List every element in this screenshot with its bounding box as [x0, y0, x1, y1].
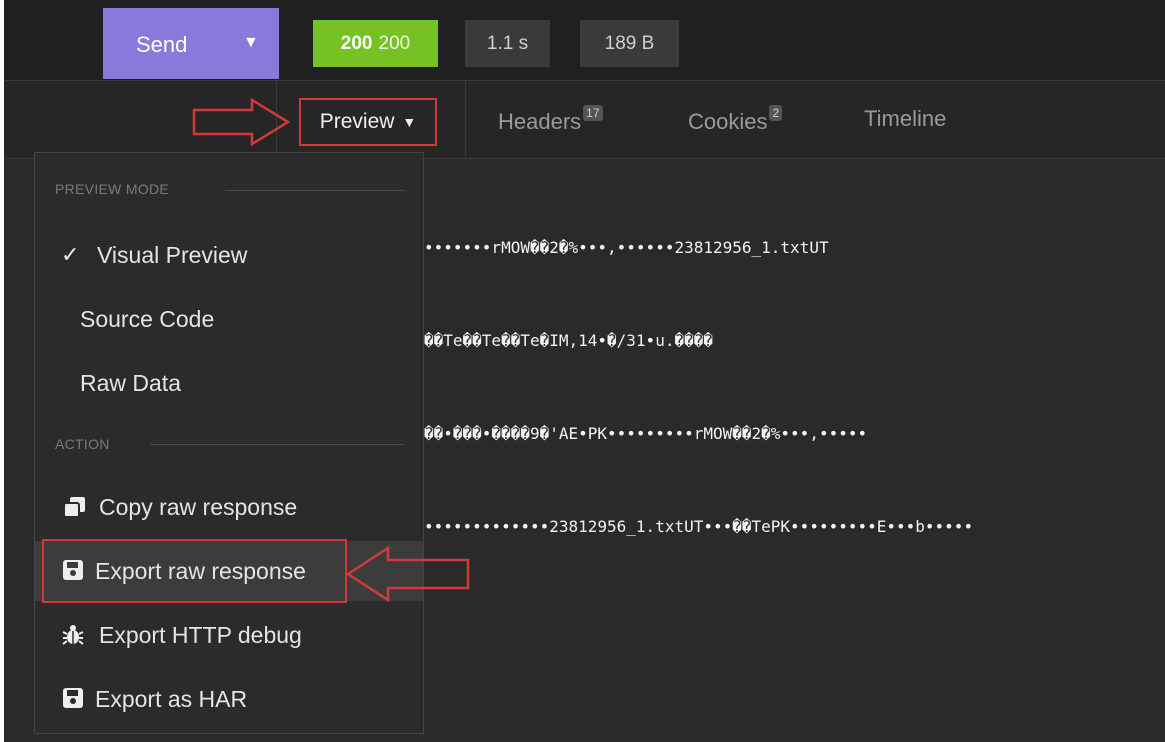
- status-text: 200: [378, 32, 411, 54]
- send-button[interactable]: Send ▼: [103, 8, 279, 79]
- tab-headers[interactable]: Headers 17: [498, 105, 603, 135]
- action-section-label: ACTION: [55, 436, 110, 452]
- response-line: •••••••••••••23812956_1.txtUT•••��TePK••…: [424, 517, 974, 536]
- annotation-arrow-left-icon: [345, 545, 470, 603]
- menu-item-label: Export as HAR: [95, 685, 248, 712]
- menu-item-export-har[interactable]: Export as HAR: [35, 669, 423, 729]
- chevron-down-icon: ▼: [402, 114, 417, 130]
- menu-item-label: Visual Preview: [97, 241, 248, 268]
- tab-cookies-label: Cookies: [688, 109, 768, 134]
- menu-item-export-http-debug[interactable]: Export HTTP debug: [35, 605, 423, 665]
- response-tabs: Preview ▼ Headers 17 Cookies 2 Timeline: [4, 81, 1165, 159]
- tab-timeline[interactable]: Timeline: [864, 106, 946, 132]
- menu-item-source-code[interactable]: Source Code: [35, 289, 423, 349]
- preview-mode-section-label: PREVIEW MODE: [55, 181, 170, 197]
- annotation-arrow-right-icon: [192, 97, 291, 147]
- cookies-count-badge: 2: [769, 105, 783, 121]
- status-code: 200: [340, 32, 373, 54]
- response-body: •••••••rMOW��2�%•••,••••••23812956_1.txt…: [424, 170, 1154, 604]
- copy-icon: [61, 495, 87, 525]
- preview-mode-menu: PREVIEW MODE ✓ Visual Preview Source Cod…: [34, 152, 424, 734]
- send-button-label: Send: [136, 32, 188, 57]
- menu-item-label: Raw Data: [80, 369, 181, 396]
- response-line: ��•���•����9�'AE•PK•••••••••rMOW��2�%•••…: [424, 424, 868, 443]
- menu-item-label: Source Code: [80, 305, 215, 332]
- preview-mode-dropdown[interactable]: Preview ▼: [299, 98, 437, 146]
- check-icon: ✓: [61, 242, 80, 267]
- menu-item-raw-data[interactable]: Raw Data: [35, 353, 423, 413]
- request-toolbar: Send ▼ 200 200 1.1 s 189 B: [4, 0, 1165, 81]
- menu-item-visual-preview[interactable]: ✓ Visual Preview: [35, 225, 423, 285]
- headers-count-badge: 17: [583, 105, 603, 121]
- preview-mode-label: Preview: [319, 110, 395, 133]
- menu-item-label: Export HTTP debug: [99, 621, 302, 648]
- save-icon: [63, 688, 83, 714]
- response-line: •••••••rMOW��2�%•••,••••••23812956_1.txt…: [424, 238, 829, 257]
- section-divider: [150, 444, 405, 445]
- menu-item-copy-raw-response[interactable]: Copy raw response: [35, 477, 423, 537]
- response-line: ��Te��Te��Te�IM,14•�/31•u.����: [424, 331, 713, 350]
- app-frame: Send ▼ 200 200 1.1 s 189 B Preview ▼ Hea…: [4, 0, 1165, 742]
- bug-icon: [61, 623, 85, 653]
- send-dropdown-caret-icon[interactable]: ▼: [243, 34, 259, 52]
- status-badge: 200 200: [313, 20, 438, 67]
- highlight-box: [42, 539, 347, 603]
- menu-item-label: Copy raw response: [99, 493, 298, 520]
- tab-headers-label: Headers: [498, 109, 582, 134]
- response-size-badge: 189 B: [580, 20, 679, 67]
- response-time-badge: 1.1 s: [465, 20, 550, 67]
- tab-timeline-label: Timeline: [864, 106, 947, 131]
- tab-cookies[interactable]: Cookies 2: [688, 105, 783, 135]
- tab-divider: [465, 81, 466, 158]
- section-divider: [225, 190, 405, 191]
